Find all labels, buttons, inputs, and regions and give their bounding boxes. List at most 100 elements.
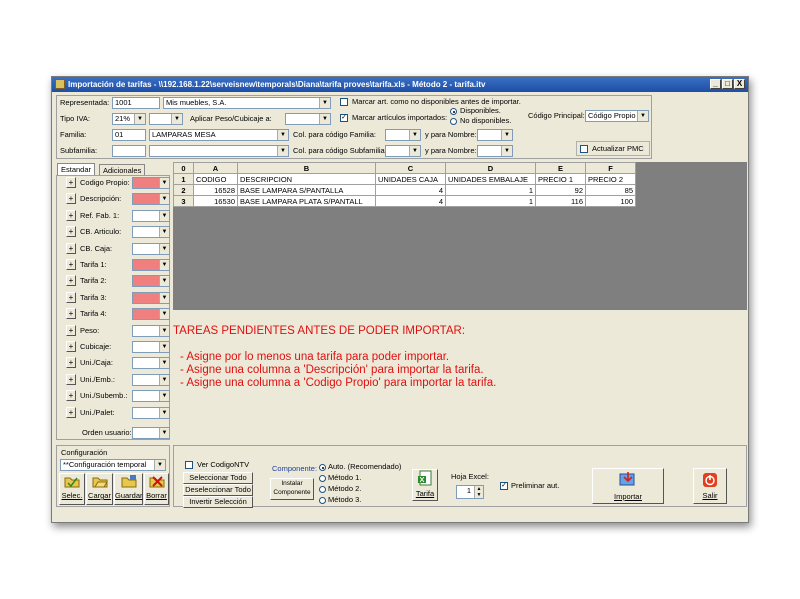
field-column-combo[interactable]: ▼	[132, 374, 170, 386]
sheet-cell[interactable]: 1	[445, 184, 536, 196]
deseleccionar-todo-button[interactable]: Deseleccionar Todo	[183, 484, 253, 496]
field-column-combo[interactable]: ▼	[132, 357, 170, 369]
actualizar-pmc-checkbox[interactable]	[580, 145, 588, 153]
field-column-combo[interactable]: ▼	[132, 308, 170, 320]
sheet-cell[interactable]: BASE LAMPARA S/PANTALLA	[237, 184, 376, 196]
subfamilia-name-combo[interactable]: ▼	[149, 145, 289, 157]
expand-field-button[interactable]: +	[66, 226, 76, 237]
field-column-combo[interactable]: ▼	[132, 341, 170, 353]
hoja-excel-spinner[interactable]: 1 ▲ ▼	[456, 485, 484, 499]
field-column-combo[interactable]: ▼	[132, 275, 170, 287]
expand-field-button[interactable]: +	[66, 308, 76, 319]
column-header[interactable]: D	[445, 162, 536, 174]
close-button[interactable]: X	[734, 79, 745, 89]
expand-field-button[interactable]: +	[66, 193, 76, 204]
representada-code-input[interactable]: 1001	[112, 97, 160, 109]
sheet-cell[interactable]: 116	[535, 195, 586, 207]
expand-field-button[interactable]: +	[66, 325, 76, 336]
disponibles-radio[interactable]	[450, 108, 457, 115]
sheet-cell[interactable]: UNIDADES CAJA	[375, 173, 446, 185]
config-combo[interactable]: **Configuración temporal ▼	[60, 459, 166, 471]
expand-field-button[interactable]: +	[66, 357, 76, 368]
familia-code-input[interactable]: 01	[112, 129, 146, 141]
row-header[interactable]: 2	[173, 184, 194, 196]
importar-button[interactable]: Importar	[592, 468, 664, 504]
cargar-button[interactable]: Cargar	[86, 473, 113, 505]
marcar-importados-checkbox[interactable]: ✓	[340, 114, 348, 122]
aplicar-peso-combo[interactable]: ▼	[285, 113, 331, 125]
invertir-seleccion-button[interactable]: Invertir Selección	[183, 496, 253, 508]
sheet-cell[interactable]: PRECIO 2	[585, 173, 636, 185]
column-header[interactable]: B	[237, 162, 376, 174]
sheet-cell[interactable]: 4	[375, 195, 446, 207]
tipo-iva-combo[interactable]: 21% ▼	[112, 113, 146, 125]
metodo-2-radio[interactable]	[319, 486, 326, 493]
column-header[interactable]: A	[193, 162, 238, 174]
tipo-iva-extra-combo[interactable]: ▼	[149, 113, 183, 125]
expand-field-button[interactable]: +	[66, 259, 76, 270]
table-row[interactable]: 3 16530 BASE LAMPARA PLATA S/PANTALL 4 1 116 1…	[173, 195, 636, 207]
nombre-familia-combo[interactable]: ▼	[477, 129, 513, 141]
sheet-cell[interactable]: 92	[535, 184, 586, 196]
expand-field-button[interactable]: +	[66, 374, 76, 385]
expand-field-button[interactable]: +	[66, 407, 76, 418]
tarifa-button[interactable]: Tarifa	[412, 469, 438, 501]
field-column-combo[interactable]: ▼	[132, 259, 170, 271]
field-column-combo[interactable]: ▼	[132, 243, 170, 255]
field-column-combo[interactable]: ▼	[132, 325, 170, 337]
field-column-combo[interactable]: ▼	[132, 407, 170, 419]
spreadsheet-table[interactable]: 0 A B C D E F 1 CODIGO DESCRIPCION UNIDADES CAJA UN…	[173, 162, 636, 207]
col-codigo-subfamilia-combo[interactable]: ▼	[385, 145, 421, 157]
col-codigo-familia-combo[interactable]: ▼	[385, 129, 421, 141]
borrar-button[interactable]: Borrar	[144, 473, 169, 505]
field-column-combo[interactable]: ▼	[132, 193, 170, 205]
ver-codigo-checkbox[interactable]	[185, 461, 193, 469]
sheet-cell[interactable]: CODIGO	[193, 173, 238, 185]
seleccionar-todo-button[interactable]: Seleccionar Todo	[183, 472, 253, 484]
tab-estandar[interactable]: Estandar	[57, 163, 96, 175]
expand-field-button[interactable]: +	[66, 341, 76, 352]
spinner-arrows-icon[interactable]: ▲ ▼	[474, 486, 483, 498]
salir-button[interactable]: Salir	[693, 468, 727, 504]
selec-button[interactable]: Selec.	[59, 473, 85, 505]
sheet-cell[interactable]: 4	[375, 184, 446, 196]
codigo-principal-combo[interactable]: Código Propio ▼	[585, 110, 649, 122]
preliminar-checkbox[interactable]: ✓	[500, 482, 508, 490]
sheet-cell[interactable]: BASE LAMPARA PLATA S/PANTALL	[237, 195, 376, 207]
field-column-combo[interactable]: ▼	[132, 292, 170, 304]
field-column-combo[interactable]: ▼	[132, 226, 170, 238]
row-header[interactable]: 1	[173, 173, 194, 185]
expand-field-button[interactable]: +	[66, 390, 76, 401]
field-column-combo[interactable]: ▼	[132, 210, 170, 222]
spreadsheet-grid[interactable]: 0 A B C D E F 1 CODIGO DESCRIPCION UNIDADES CAJA UN…	[173, 162, 747, 310]
table-row[interactable]: 2 16528 BASE LAMPARA S/PANTALLA 4 1 92 85	[173, 184, 636, 196]
column-header[interactable]: E	[535, 162, 586, 174]
familia-name-combo[interactable]: LAMPARAS MESA ▼	[149, 129, 289, 141]
sheet-cell[interactable]: 1	[445, 195, 536, 207]
metodo-1-radio[interactable]	[319, 475, 326, 482]
marcar-no-disponibles-checkbox[interactable]	[340, 98, 348, 106]
sheet-cell[interactable]: 16528	[193, 184, 238, 196]
expand-field-button[interactable]: +	[66, 210, 76, 221]
field-column-combo[interactable]: ▼	[132, 177, 170, 189]
subfamilia-code-input[interactable]	[112, 145, 146, 157]
expand-field-button[interactable]: +	[66, 275, 76, 286]
sheet-cell[interactable]: PRECIO 1	[535, 173, 586, 185]
metodo-3-radio[interactable]	[319, 497, 326, 504]
no-disponibles-radio[interactable]	[450, 118, 457, 125]
guardar-button[interactable]: Guardar	[114, 473, 143, 505]
expand-field-button[interactable]: +	[66, 243, 76, 254]
representada-name-combo[interactable]: Mis muebles, S.A. ▼	[163, 97, 331, 109]
expand-field-button[interactable]: +	[66, 177, 76, 188]
sheet-cell[interactable]: DESCRIPCION	[237, 173, 376, 185]
row-header[interactable]: 3	[173, 195, 194, 207]
metodo-auto-radio[interactable]	[319, 464, 326, 471]
sheet-cell[interactable]: 16530	[193, 195, 238, 207]
table-row[interactable]: 1 CODIGO DESCRIPCION UNIDADES CAJA UNIDADES …	[173, 173, 636, 185]
orden-usuario-combo[interactable]: ▼	[132, 427, 170, 439]
sheet-corner[interactable]: 0	[173, 162, 194, 174]
sheet-cell[interactable]: UNIDADES EMBALAJE	[445, 173, 536, 185]
field-column-combo[interactable]: ▼	[132, 390, 170, 402]
expand-field-button[interactable]: +	[66, 292, 76, 303]
nombre-subfamilia-combo[interactable]: ▼	[477, 145, 513, 157]
